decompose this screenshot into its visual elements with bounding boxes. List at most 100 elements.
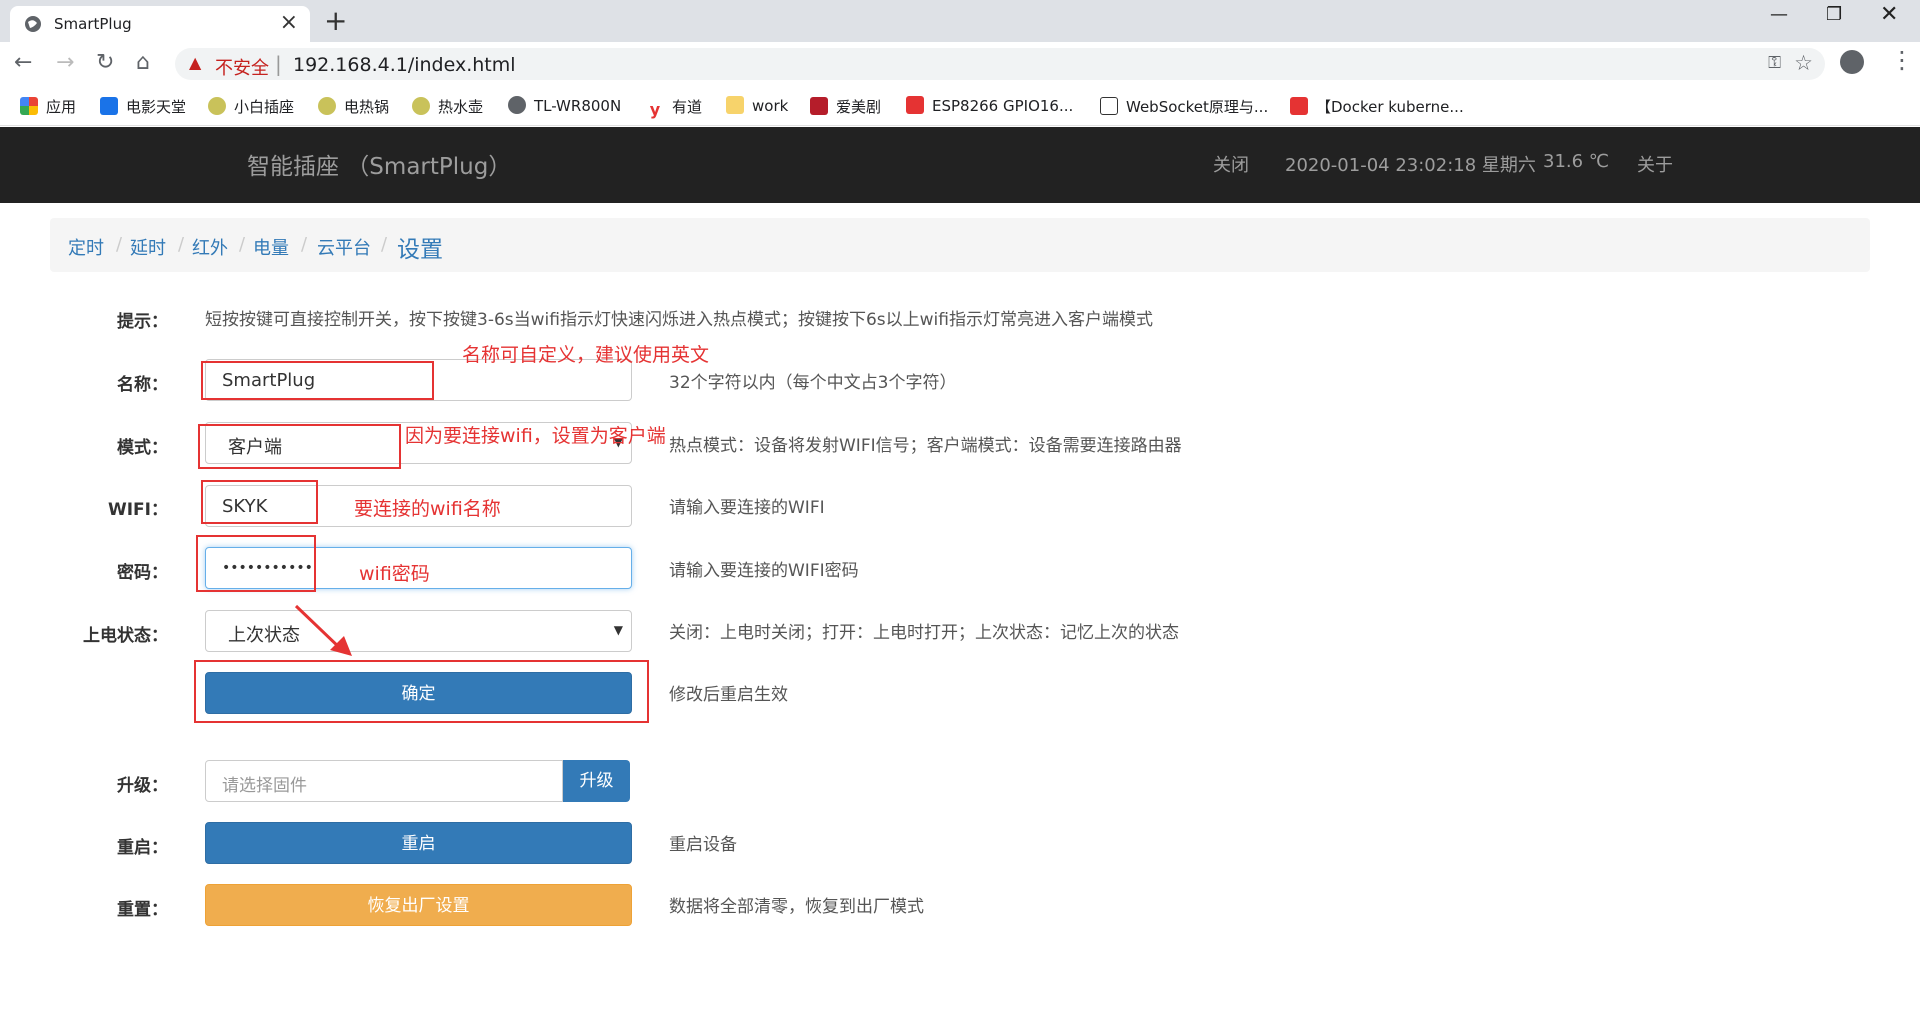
csdn-icon bbox=[1290, 97, 1308, 115]
websocket-site-icon bbox=[1100, 97, 1118, 115]
wifi-help: 请输入要连接的WIFI bbox=[669, 498, 825, 518]
top-navbar: 智能插座 （SmartPlug） 关闭 2020-01-04 23:02:18 … bbox=[0, 127, 1920, 203]
bookmark-label: 【Docker kuberne... bbox=[1316, 98, 1464, 116]
firmware-file-input[interactable]: 请选择固件 bbox=[205, 760, 563, 802]
annotation-box-wifi bbox=[201, 480, 318, 524]
bookmark-item[interactable]: 电影天堂 bbox=[100, 96, 186, 117]
apps-grid-icon bbox=[20, 97, 38, 115]
breadcrumb-separator: / bbox=[178, 234, 185, 255]
confirm-help: 修改后重启生效 bbox=[669, 685, 788, 705]
factory-reset-button[interactable]: 恢复出厂设置 bbox=[205, 884, 632, 926]
restart-button[interactable]: 重启 bbox=[205, 822, 632, 864]
bookmark-label: 小白插座 bbox=[234, 98, 295, 116]
breadcrumb-separator: / bbox=[116, 234, 123, 255]
insecure-label[interactable]: 不安全 bbox=[215, 54, 269, 80]
restart-label: 重启： bbox=[117, 838, 168, 858]
annotation-mode: 因为要连接wifi，设置为客户端 bbox=[405, 425, 666, 447]
upgrade-button[interactable]: 升级 bbox=[563, 760, 630, 802]
home-icon[interactable]: ⌂ bbox=[136, 50, 150, 75]
close-tab-icon[interactable]: × bbox=[280, 10, 298, 35]
breadcrumb-infrared[interactable]: 红外 bbox=[192, 234, 228, 260]
annotation-box-confirm bbox=[194, 660, 649, 723]
bookmark-label: 爱美剧 bbox=[836, 98, 882, 116]
breadcrumb-timer[interactable]: 定时 bbox=[68, 234, 104, 260]
about-link[interactable]: 关于 bbox=[1637, 151, 1673, 177]
restore-icon[interactable]: ❐ bbox=[1826, 4, 1842, 25]
bookmark-item[interactable]: 热水壶 bbox=[412, 96, 483, 117]
new-tab-button[interactable]: + bbox=[324, 4, 347, 37]
bookmark-item[interactable]: 小白插座 bbox=[208, 96, 294, 117]
warning-icon[interactable]: ▲ bbox=[189, 53, 201, 72]
window-close-icon[interactable]: ✕ bbox=[1880, 2, 1898, 27]
youdao-icon: y bbox=[646, 101, 664, 119]
name-label: 名称： bbox=[117, 375, 168, 395]
breadcrumb-separator: / bbox=[381, 234, 388, 255]
globe-icon bbox=[25, 16, 41, 32]
tip-label: 提示： bbox=[117, 312, 168, 332]
power-state-label: 上电状态： bbox=[83, 626, 168, 646]
bookmark-label: 电热锅 bbox=[344, 98, 390, 116]
breadcrumb-separator: / bbox=[301, 234, 308, 255]
movie-site-icon bbox=[100, 97, 118, 115]
datetime-display: 2020-01-04 23:02:18 星期六 bbox=[1285, 155, 1536, 176]
mode-label: 模式： bbox=[117, 438, 168, 458]
url-text[interactable]: 192.168.4.1/index.html bbox=[293, 54, 516, 76]
address-row: ← → ↻ ⌂ ▲ 不安全 | 192.168.4.1/index.html ⚿… bbox=[0, 42, 1920, 86]
tab-title: SmartPlug bbox=[54, 15, 132, 33]
breadcrumb-separator: / bbox=[239, 234, 246, 255]
reset-help: 数据将全部清零，恢复到出厂模式 bbox=[669, 897, 924, 917]
bookmark-item[interactable]: 电热锅 bbox=[318, 96, 389, 117]
reload-icon[interactable]: ↻ bbox=[96, 50, 114, 75]
bookmark-item[interactable]: TL-WR800N bbox=[508, 96, 621, 115]
upgrade-label: 升级： bbox=[117, 776, 168, 796]
reset-label: 重置： bbox=[117, 900, 168, 920]
csdn-icon bbox=[906, 96, 924, 114]
breadcrumb-power[interactable]: 电量 bbox=[253, 234, 289, 260]
password-label: 密码： bbox=[117, 563, 168, 583]
breadcrumb-cloud[interactable]: 云平台 bbox=[317, 234, 371, 260]
bookmark-label: WebSocket原理与... bbox=[1126, 98, 1269, 116]
annotation-name: 名称可自定义，建议使用英文 bbox=[462, 344, 710, 366]
address-bar[interactable]: ▲ 不安全 | 192.168.4.1/index.html ⚿ ☆ bbox=[175, 48, 1825, 80]
bookmark-item[interactable]: 爱美剧 bbox=[810, 96, 881, 117]
bookmark-label: TL-WR800N bbox=[534, 97, 622, 115]
breadcrumb-delay[interactable]: 延时 bbox=[130, 234, 166, 260]
bookmark-star-icon[interactable]: ☆ bbox=[1794, 51, 1813, 75]
bookmark-label: ESP8266 GPIO16... bbox=[932, 97, 1074, 115]
plug-site-icon bbox=[208, 97, 226, 115]
annotation-box-password bbox=[196, 535, 316, 592]
account-avatar-icon[interactable] bbox=[1840, 50, 1864, 74]
chevron-down-icon: ▼ bbox=[613, 623, 623, 637]
globe-icon bbox=[508, 96, 526, 114]
power-state-help: 关闭：上电时关闭；打开：上电时打开；上次状态：记忆上次的状态 bbox=[669, 623, 1179, 643]
key-icon[interactable]: ⚿ bbox=[1768, 53, 1781, 73]
bookmark-apps[interactable]: 应用 bbox=[20, 96, 76, 117]
bookmark-item[interactable]: 【Docker kuberne... bbox=[1290, 96, 1464, 117]
bookmark-item[interactable]: WebSocket原理与... bbox=[1100, 96, 1268, 117]
breadcrumb: 定时 / 延时 / 红外 / 电量 / 云平台 / 设置 bbox=[50, 218, 1870, 272]
power-toggle-link[interactable]: 关闭 bbox=[1213, 151, 1249, 177]
breadcrumb-settings: 设置 bbox=[397, 237, 443, 263]
annotation-arrow-icon bbox=[294, 604, 352, 656]
annotation-wifi: 要连接的wifi名称 bbox=[354, 498, 501, 520]
url-separator: | bbox=[275, 52, 282, 76]
annotation-box-name bbox=[201, 361, 434, 400]
browser-menu-icon[interactable]: ⋮ bbox=[1890, 46, 1914, 74]
bookmark-item[interactable]: y 有道 bbox=[646, 96, 702, 119]
browser-tab[interactable]: SmartPlug × bbox=[10, 6, 310, 42]
drama-site-icon bbox=[810, 97, 828, 115]
power-state-select[interactable]: 上次状态 ▼ bbox=[205, 610, 632, 652]
restart-help: 重启设备 bbox=[669, 835, 737, 855]
wifi-label: WIFI： bbox=[107, 500, 168, 520]
bookmark-item[interactable]: work bbox=[726, 96, 788, 115]
minimize-icon[interactable]: — bbox=[1770, 4, 1788, 25]
bookmark-item[interactable]: ESP8266 GPIO16... bbox=[906, 96, 1073, 115]
mode-help: 热点模式：设备将发射WIFI信号；客户端模式：设备需要连接路由器 bbox=[669, 436, 1182, 456]
brand-title[interactable]: 智能插座 （SmartPlug） bbox=[247, 147, 511, 181]
plug-site-icon bbox=[318, 97, 336, 115]
temperature-display: 31.6 ℃ bbox=[1543, 151, 1610, 172]
bookmark-label: 电影天堂 bbox=[126, 98, 187, 116]
back-icon[interactable]: ← bbox=[14, 50, 32, 75]
bookmark-label: work bbox=[752, 97, 789, 115]
forward-icon[interactable]: → bbox=[56, 50, 74, 75]
